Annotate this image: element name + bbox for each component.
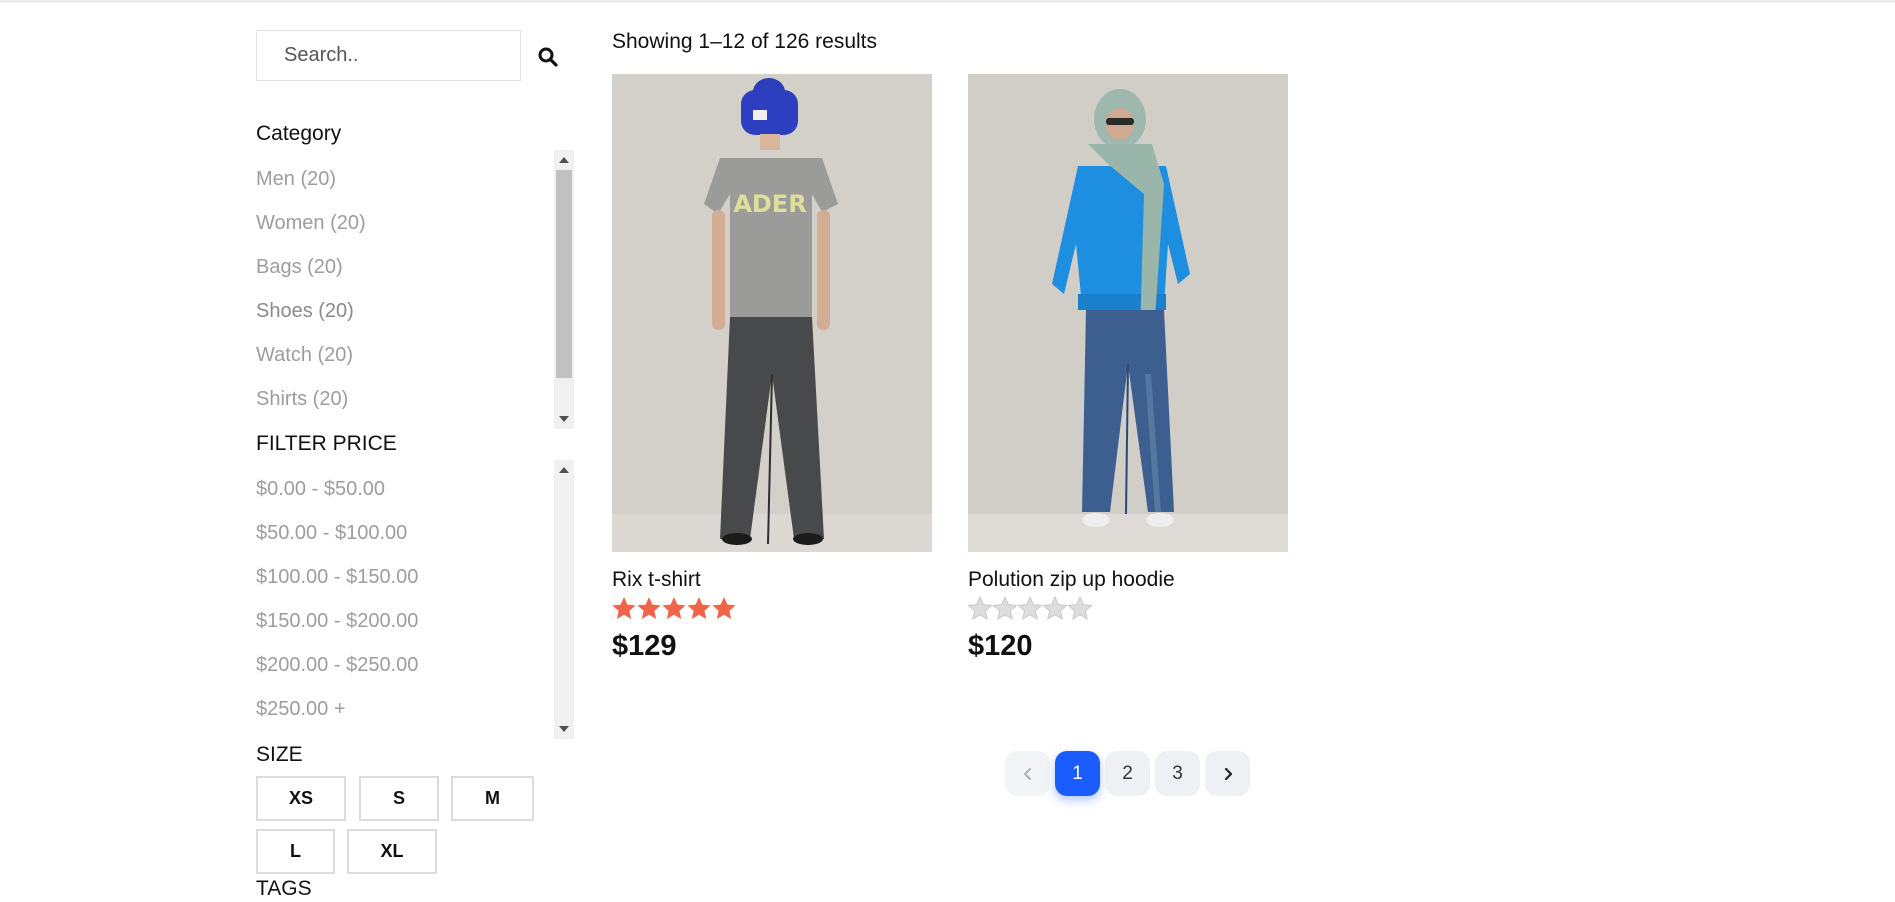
scroll-up-arrow-icon[interactable] <box>554 152 574 168</box>
category-list: Men (20) Women (20) Bags (20) Shoes (20)… <box>256 157 574 429</box>
category-item-shoes[interactable]: Shoes (20) <box>256 289 574 333</box>
scroll-down-arrow-icon[interactable] <box>554 721 574 737</box>
pagination-page-3[interactable]: 3 <box>1155 751 1200 796</box>
shirt-print-text: ADER <box>733 190 806 218</box>
scroll-down-arrow-icon[interactable] <box>554 411 574 427</box>
category-scrollbar[interactable] <box>554 150 574 429</box>
results-count: Showing 1–12 of 126 results <box>612 30 878 53</box>
price-range-item[interactable]: $250.00 + <box>256 687 574 731</box>
scroll-up-arrow-icon[interactable] <box>554 462 574 478</box>
price-range-item[interactable]: $200.00 - $250.00 <box>256 643 574 687</box>
size-option-xl[interactable]: XL <box>347 829 437 874</box>
size-heading: SIZE <box>256 743 303 766</box>
pagination-next-button[interactable] <box>1205 751 1250 796</box>
pagination-page-2[interactable]: 2 <box>1105 751 1150 796</box>
search-icon[interactable] <box>536 45 560 69</box>
price-range-item[interactable]: $100.00 - $150.00 <box>256 555 574 599</box>
top-divider <box>0 0 1895 3</box>
product-name[interactable]: Polution zip up hoodie <box>968 568 1288 592</box>
pagination-prev-button[interactable] <box>1005 751 1050 796</box>
star-icon <box>612 597 736 619</box>
category-scrollbar-thumb[interactable] <box>556 170 572 378</box>
chevron-right-icon <box>1224 767 1232 780</box>
size-option-l[interactable]: L <box>256 829 335 874</box>
size-option-s[interactable]: S <box>359 776 439 821</box>
category-item-watch[interactable]: Watch (20) <box>256 333 574 377</box>
product-card[interactable]: Polution zip up hoodie $120 <box>967 74 1288 663</box>
pagination-page-1[interactable]: 1 <box>1055 751 1100 796</box>
tags-heading: TAGS <box>256 877 312 900</box>
product-image[interactable] <box>968 74 1288 552</box>
category-item-women[interactable]: Women (20) <box>256 201 574 245</box>
product-rating <box>612 596 932 624</box>
size-option-xs[interactable]: XS <box>256 776 346 821</box>
category-heading: Category <box>256 122 342 145</box>
category-item-men[interactable]: Men (20) <box>256 157 574 201</box>
product-name[interactable]: Rix t-shirt <box>612 568 932 592</box>
search-input[interactable] <box>282 43 506 68</box>
search-field[interactable] <box>256 30 521 81</box>
star-icon <box>967 595 1093 621</box>
category-item-shirts[interactable]: Shirts (20) <box>256 377 574 421</box>
product-price: $129 <box>612 630 677 662</box>
price-range-item[interactable]: $50.00 - $100.00 <box>256 511 574 555</box>
price-filter-scrollbar[interactable] <box>554 460 574 739</box>
size-option-m[interactable]: M <box>451 776 534 821</box>
price-range-item[interactable]: $0.00 - $50.00 <box>256 467 574 511</box>
product-image[interactable]: ADER <box>612 74 932 552</box>
price-range-item[interactable]: $150.00 - $200.00 <box>256 599 574 643</box>
product-rating <box>967 595 1288 624</box>
filter-price-heading: FILTER PRICE <box>256 432 397 455</box>
product-card[interactable]: ADER Rix t-shirt $129 <box>612 74 932 663</box>
price-filter-list: $0.00 - $50.00 $50.00 - $100.00 $100.00 … <box>256 467 574 737</box>
product-price: $120 <box>968 630 1033 662</box>
chevron-left-icon <box>1023 767 1031 780</box>
category-item-bags[interactable]: Bags (20) <box>256 245 574 289</box>
